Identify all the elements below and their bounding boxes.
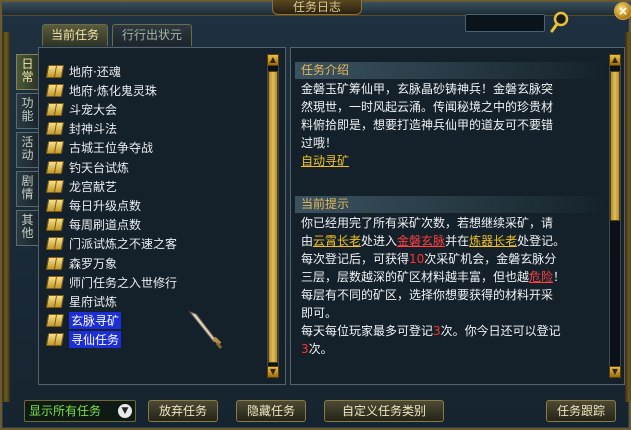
quest-list-item[interactable]: 玄脉寻矿 [45, 312, 122, 330]
quest-list-item[interactable]: 每日升级点数 [45, 196, 142, 214]
quest-label: 星府试炼 [69, 294, 118, 309]
book-icon [45, 122, 65, 136]
category-tab-function[interactable]: 功能 [16, 93, 38, 129]
quest-label: 古城王位争夺战 [69, 141, 154, 156]
quest-label: 寻仙任务 [69, 331, 122, 349]
book-icon [45, 218, 65, 232]
quest-list-item[interactable]: 星府试炼 [45, 292, 118, 310]
category-tab-story[interactable]: 剧情 [16, 171, 38, 207]
close-button[interactable]: × [614, 2, 631, 20]
quest-list-item[interactable]: 地府·炼化鬼灵珠 [45, 81, 157, 99]
book-icon [45, 333, 65, 347]
book-icon [45, 160, 65, 174]
quest-label: 玄脉寻矿 [69, 312, 122, 330]
auto-mine-link[interactable]: 自动寻矿 [301, 154, 349, 168]
quest-label: 师门任务之入世修行 [69, 275, 178, 290]
scroll-up-arrow-icon[interactable]: ▲ [609, 54, 621, 66]
search-input[interactable] [465, 14, 545, 32]
quest-list-item[interactable]: 门派试炼之不速之客 [45, 235, 178, 253]
quest-list-item[interactable]: 钓天台试炼 [45, 158, 130, 176]
tab-current-quests[interactable]: 当前任务 [42, 24, 108, 46]
quest-label: 门派试炼之不速之客 [69, 237, 178, 252]
quest-label: 钓天台试炼 [69, 160, 130, 175]
left-frame-ornament [2, 32, 10, 402]
book-icon [45, 237, 65, 251]
quest-label: 每日升级点数 [69, 198, 142, 213]
quest-list-item[interactable]: 师门任务之入世修行 [45, 273, 178, 291]
category-tab-event[interactable]: 活动 [16, 132, 38, 168]
scroll-up-arrow-icon[interactable]: ▲ [267, 54, 279, 66]
category-tab-daily[interactable]: 日常 [16, 54, 38, 90]
hint-text: 你已经用完了所有采矿次数，若想继续采矿，请 由云霄长老处进入金磐玄脉并在炼器长老… [301, 216, 566, 356]
hint-section-header: 当前提示 [295, 196, 607, 213]
quest-label: 地府·还魂 [69, 64, 121, 79]
book-icon [45, 64, 65, 78]
quest-detail-panel: 任务介绍 金磐玉矿筹仙甲，玄脉晶砂铸神兵！金磐玄脉突 然現世，一时风起云涌。传闻… [290, 47, 625, 385]
hide-quest-button[interactable]: 隐藏任务 [236, 400, 306, 422]
quest-list-item[interactable]: 寻仙任务 [45, 331, 122, 349]
quest-list-item[interactable]: 龙宫献艺 [45, 177, 118, 195]
book-icon [45, 256, 65, 270]
scroll-thumb[interactable] [268, 71, 278, 363]
quest-list: 地府·还魂地府·炼化鬼灵珠 斗宠大会封神斗法古城王位争夺战 钓天台试炼龙宫献艺每日升… [38, 47, 286, 385]
book-icon [45, 314, 65, 328]
intro-text: 金磐玉矿筹仙甲，玄脉晶砂铸神兵！金磐玄脉突 然現世，一时风起云涌。传闻秘境之中的… [301, 82, 554, 168]
search-icon[interactable] [550, 11, 570, 33]
quest-label: 龙宫献艺 [69, 179, 118, 194]
right-frame-ornament [625, 32, 631, 402]
book-icon [45, 294, 65, 308]
quest-filter-dropdown[interactable]: 显示所有任务 ▼ [24, 400, 136, 422]
quest-list-scrollbar[interactable]: ▲ ▼ [267, 54, 279, 378]
quest-label: 斗宠大会 [69, 102, 118, 117]
scroll-down-arrow-icon[interactable]: ▼ [267, 366, 279, 378]
intro-section-header: 任务介绍 [295, 62, 607, 79]
npc-link-yunxiao[interactable]: 云霄长老 [313, 234, 361, 248]
book-icon [45, 275, 65, 289]
quest-label: 封神斗法 [69, 122, 118, 137]
place-link-jinpan[interactable]: 金磐玄脉 [397, 234, 445, 248]
window-title: 任务日志 [272, 0, 362, 15]
quest-list-item[interactable]: 斗宠大会 [45, 100, 118, 118]
category-tab-other[interactable]: 其他 [16, 210, 38, 246]
quest-list-item[interactable]: 地府·还魂 [45, 62, 121, 80]
book-icon [45, 83, 65, 97]
abandon-quest-button[interactable]: 放弃任务 [148, 400, 218, 422]
book-icon [45, 179, 65, 193]
book-icon [45, 141, 65, 155]
quest-list-item[interactable]: 森罗万象 [45, 254, 118, 272]
book-icon [45, 198, 65, 212]
quest-label: 每周刷道点数 [69, 218, 142, 233]
dagger-cursor-icon [188, 310, 223, 349]
quest-label: 森罗万象 [69, 256, 118, 271]
quest-label: 地府·炼化鬼灵珠 [69, 83, 157, 98]
detail-scrollbar[interactable]: ▲ ▼ [609, 54, 621, 378]
quest-log-window: 任务日志 × 当前任务 行行出状元 日常 功能 活动 剧情 其他 地府·还魂 地府… [0, 0, 631, 430]
npc-link-lianqi[interactable]: 炼器长老 [469, 234, 517, 248]
book-icon [45, 102, 65, 116]
tab-career[interactable]: 行行出状元 [112, 24, 192, 46]
quest-list-item[interactable]: 每周刷道点数 [45, 216, 142, 234]
quest-list-item[interactable]: 封神斗法 [45, 120, 118, 138]
danger-link[interactable]: 危险 [529, 270, 553, 284]
track-quest-button[interactable]: 任务跟踪 [546, 400, 616, 422]
quest-list-item[interactable]: 古城王位争夺战 [45, 139, 154, 157]
scroll-down-arrow-icon[interactable]: ▼ [609, 366, 621, 378]
custom-category-button[interactable]: 自定义任务类别 [324, 400, 444, 422]
scroll-thumb[interactable] [610, 71, 620, 221]
chevron-down-icon[interactable]: ▼ [118, 404, 132, 418]
